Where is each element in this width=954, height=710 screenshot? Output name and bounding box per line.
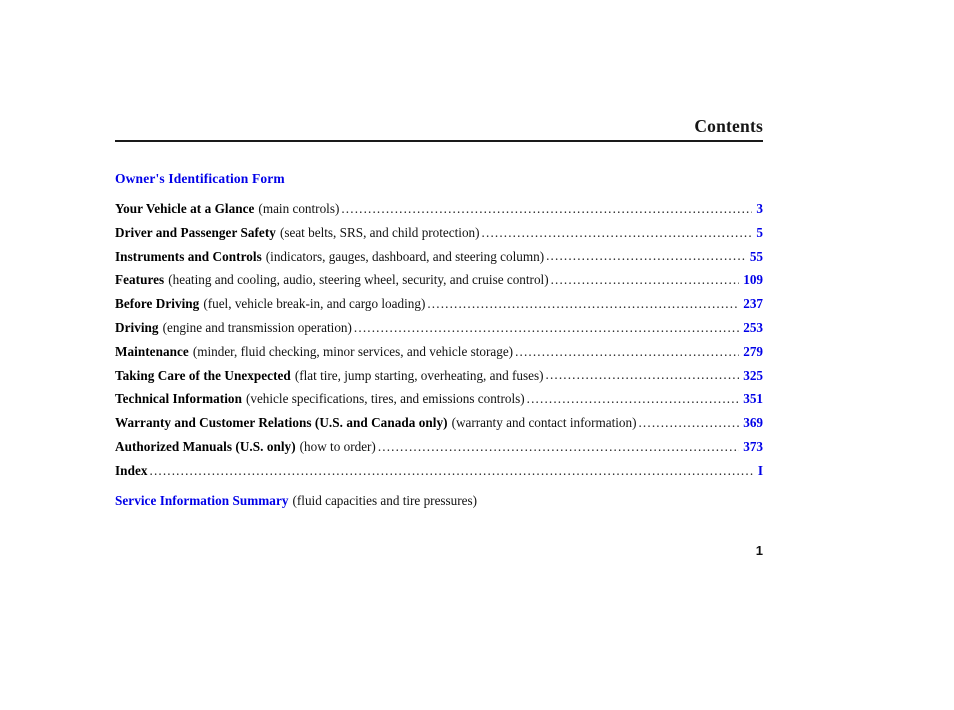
table-of-contents: Owner's Identification Form Your Vehicle… (115, 170, 763, 508)
page-title: Contents (694, 116, 763, 136)
dot-leader (354, 321, 739, 332)
toc-entry-page-number: 237 (743, 296, 763, 312)
toc-entry-title: Index (115, 462, 148, 478)
toc-entry-title: Taking Care of the Unexpected (115, 367, 291, 383)
dot-leader (551, 273, 740, 284)
page-content: Contents Owner's Identification Form You… (115, 116, 763, 558)
toc-entry-description: (main controls) (258, 201, 340, 216)
toc-entry-description: (warranty and contact information) (451, 415, 637, 431)
toc-entry-title: Authorized Manuals (U.S. only) (115, 438, 296, 454)
toc-entry[interactable]: Warranty and Customer Relations (U.S. an… (115, 416, 763, 429)
toc-entry[interactable]: Features (heating and cooling, audio, ste… (115, 273, 763, 286)
toc-entry-title: Service Information Summary (115, 492, 289, 508)
toc-entry[interactable]: Your Vehicle at a Glance(main controls) 3 (115, 202, 763, 215)
toc-entry-page-number: 373 (743, 438, 763, 454)
toc-entry-service-information-summary[interactable]: Service Information Summary (fluid capaci… (115, 494, 763, 507)
toc-entry[interactable]: Instruments and Controls (indicators, gau… (115, 248, 763, 264)
toc-entry-description: (fluid capacities and tire pressures) (292, 492, 478, 508)
toc-entry-description: (vehicle specifications, tires, and emis… (245, 391, 525, 407)
toc-entry[interactable]: Technical Information (vehicle specificat… (115, 392, 763, 405)
toc-entry-description: (flat tire, jump starting, overheating, … (294, 367, 544, 383)
dot-leader (638, 416, 739, 427)
dot-leader (150, 464, 754, 475)
toc-entry-page-number: I (757, 462, 763, 478)
dot-leader (546, 369, 740, 380)
toc-entry-page-number: 325 (743, 367, 763, 383)
toc-entry-description: (seat belts, SRS, and child protection) (279, 224, 480, 240)
toc-entry[interactable]: Taking Care of the Unexpected (flat tire,… (115, 367, 763, 383)
toc-entry-title: Before Driving (115, 296, 200, 312)
toc-entry-description: (fuel, vehicle break-in, and cargo loadi… (203, 296, 426, 312)
toc-entry-page-number: 279 (743, 343, 763, 359)
toc-entry-description: (how to order) (299, 438, 376, 454)
toc-entry-title: Features (115, 272, 165, 288)
toc-section-heading: Owner's Identification Form (115, 170, 285, 186)
toc-entry[interactable]: Index I (115, 464, 763, 477)
toc-entry-page-number: 5 (756, 224, 763, 240)
document-page: Contents Owner's Identification Form You… (0, 0, 954, 710)
toc-entry-title: Driver and Passenger Safety (115, 224, 276, 240)
toc-entry[interactable]: Maintenance (minder, fluid checking, mino… (115, 345, 763, 358)
toc-entry-title: Instruments and Controls (115, 248, 262, 264)
toc-entry[interactable]: Authorized Manuals (U.S. only) (how to or… (115, 440, 763, 453)
dot-leader (482, 226, 753, 237)
toc-entry-title: Maintenance (115, 343, 189, 359)
header-divider (115, 139, 763, 142)
dot-leader (515, 345, 739, 356)
toc-entry-page-number: 351 (743, 391, 763, 407)
dot-leader (527, 392, 740, 403)
toc-entry-description: (indicators, gauges, dashboard, and stee… (265, 248, 545, 264)
dot-leader (341, 202, 752, 213)
toc-entry-description: (engine and transmission operation) (162, 319, 352, 335)
toc-entry-description: (minder, fluid checking, minor services,… (192, 343, 514, 359)
toc-entry-page-number: 253 (743, 319, 763, 335)
toc-entry-page-number: 3 (756, 201, 763, 216)
toc-entry[interactable]: Driving (engine and transmission operatio… (115, 321, 763, 334)
dot-leader (546, 250, 746, 261)
toc-entry-description: (heating and cooling, audio, steering wh… (168, 272, 549, 288)
toc-entry-list: Your Vehicle at a Glance(main controls) 3… (115, 202, 763, 477)
folio-page-number: 1 (755, 543, 763, 558)
toc-entry[interactable]: Driver and Passenger Safety (seat belts, … (115, 226, 763, 239)
dot-leader (378, 440, 739, 451)
toc-entry-page-number: 369 (743, 415, 763, 431)
toc-entry-page-number: 109 (743, 272, 763, 288)
toc-entry-title: Your Vehicle at a Glance (115, 201, 255, 216)
toc-entry[interactable]: Before Driving (fuel, vehicle break-in, a… (115, 297, 763, 310)
toc-entry-title: Technical Information (115, 391, 242, 407)
toc-entry-title: Warranty and Customer Relations (U.S. an… (115, 415, 448, 431)
dot-leader (427, 297, 739, 308)
toc-entry-title: Driving (115, 319, 159, 335)
toc-entry-page-number: 55 (749, 248, 763, 264)
